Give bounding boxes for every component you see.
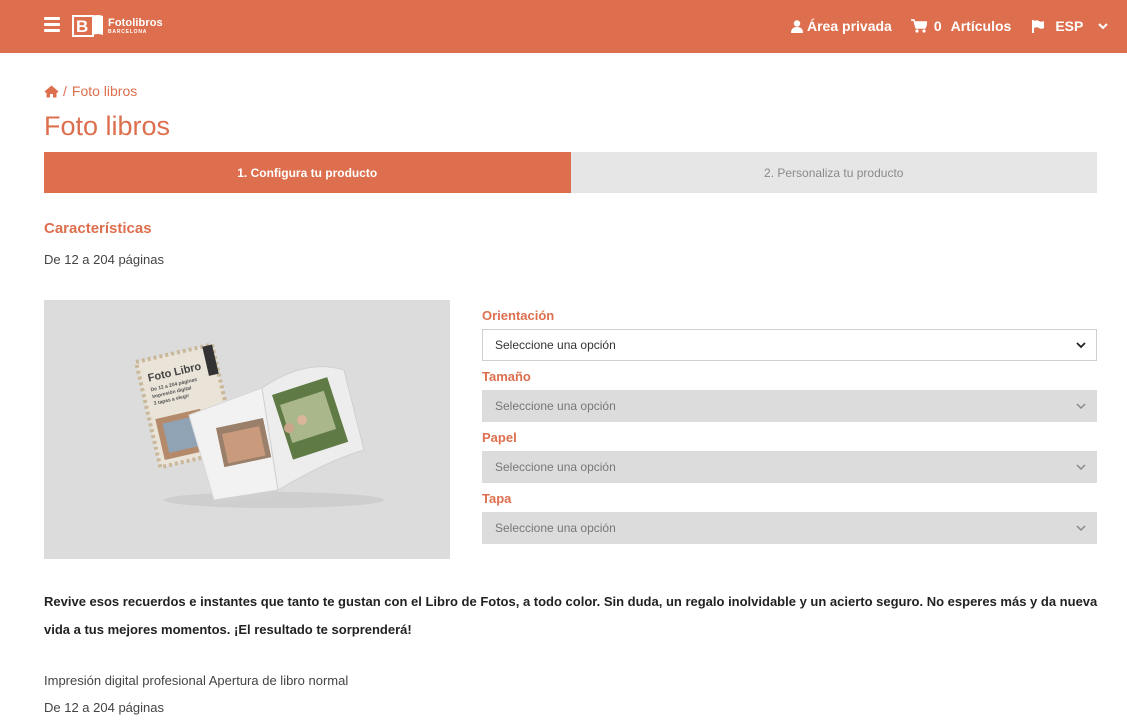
orientation-select[interactable]: Seleccione una opción [482, 329, 1097, 361]
breadcrumb-current[interactable]: Foto libros [72, 83, 137, 99]
step-configure[interactable]: 1. Configura tu producto [44, 152, 571, 193]
language-code: ESP [1055, 18, 1084, 34]
paper-select-value: Seleccione una opción [495, 460, 616, 474]
site-logo[interactable]: B Fotolibros BARCELONA [72, 14, 163, 38]
private-area-link[interactable]: Área privada [791, 18, 892, 34]
paper-label: Papel [482, 430, 517, 445]
top-header: B Fotolibros BARCELONA Área privada 0 Ar… [0, 0, 1127, 53]
size-select[interactable]: Seleccione una opción [482, 390, 1097, 422]
step-tabs: 1. Configura tu producto 2. Personaliza … [44, 152, 1097, 193]
feature-line-1: Impresión digital profesional Apertura d… [44, 673, 349, 688]
language-selector[interactable]: ESP [1032, 18, 1109, 34]
size-label: Tamaño [482, 369, 531, 384]
product-image: Foto Libro De 12 a 204 páginas Impresión… [44, 300, 450, 559]
private-area-label: Área privada [807, 18, 892, 34]
features-title: Características [44, 220, 152, 237]
cover-select-value: Seleccione una opción [495, 521, 616, 535]
step-customize[interactable]: 2. Personaliza tu producto [570, 152, 1097, 193]
feature-line-2: De 12 a 204 páginas [44, 700, 164, 715]
chevron-down-icon [1076, 525, 1086, 532]
logo-subtitle: BARCELONA [108, 28, 148, 35]
cart-link[interactable]: 0 Artículos [910, 18, 1012, 34]
product-options-form: Orientación Seleccione una opción Tamaño… [482, 307, 1097, 551]
chevron-down-icon [1076, 342, 1086, 349]
breadcrumb-separator: / [63, 83, 67, 99]
cover-select[interactable]: Seleccione una opción [482, 512, 1097, 544]
menu-icon[interactable] [44, 17, 60, 32]
flag-icon [1032, 19, 1045, 33]
size-select-value: Seleccione una opción [495, 399, 616, 413]
orientation-label: Orientación [482, 308, 555, 323]
product-description: Revive esos recuerdos e instantes que ta… [44, 594, 1098, 637]
cart-icon [910, 19, 927, 33]
page-title: Foto libros [44, 111, 171, 141]
user-icon [791, 19, 803, 33]
chevron-down-icon [1098, 22, 1109, 30]
home-icon[interactable] [44, 85, 59, 98]
cart-label: Artículos [950, 18, 1012, 34]
svg-text:B: B [76, 17, 88, 36]
breadcrumb: / Foto libros [44, 83, 137, 99]
orientation-select-value: Seleccione una opción [495, 338, 616, 352]
cover-label: Tapa [482, 491, 512, 506]
chevron-down-icon [1076, 464, 1086, 471]
logo-name: Fotolibros [108, 16, 163, 29]
cart-count: 0 [933, 18, 942, 34]
features-subtitle: De 12 a 204 páginas [44, 252, 164, 267]
logo-icon: B [72, 14, 104, 38]
paper-select[interactable]: Seleccione una opción [482, 451, 1097, 483]
chevron-down-icon [1076, 403, 1086, 410]
